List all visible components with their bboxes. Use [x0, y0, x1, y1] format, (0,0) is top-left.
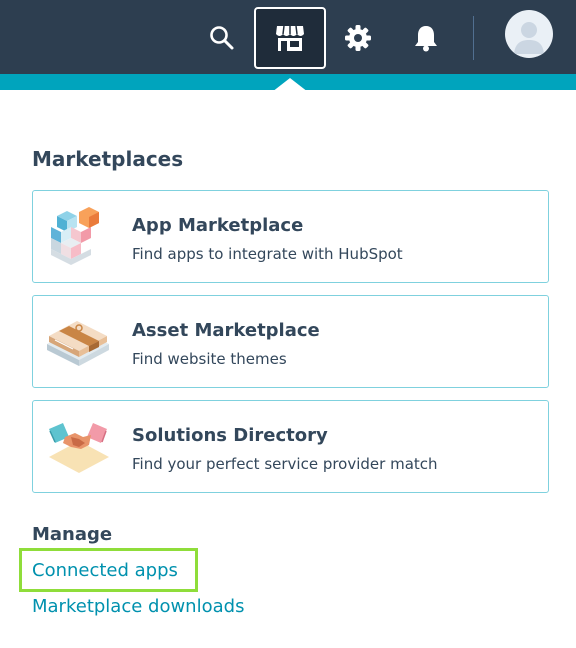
card-title: Solutions Directory: [132, 425, 328, 446]
notifications-button[interactable]: [390, 8, 462, 68]
app-marketplace-card[interactable]: App Marketplace Find apps to integrate w…: [32, 190, 549, 283]
asset-marketplace-card[interactable]: Asset Marketplace Find website themes: [32, 295, 549, 388]
asset-package-icon: [45, 310, 111, 372]
search-button[interactable]: [186, 8, 258, 68]
top-navigation-bar: [0, 0, 576, 90]
connected-apps-link[interactable]: Connected apps: [32, 560, 178, 581]
dropdown-caret: [272, 78, 308, 92]
solutions-directory-card[interactable]: Solutions Directory Find your perfect se…: [32, 400, 549, 493]
user-avatar[interactable]: [505, 10, 553, 58]
gear-icon: [345, 25, 371, 51]
marketplaces-heading: Marketplaces: [32, 147, 184, 171]
handshake-icon: [45, 415, 111, 477]
marketplace-downloads-link[interactable]: Marketplace downloads: [32, 596, 244, 617]
app-blocks-icon: [45, 205, 111, 267]
avatar-icon: [514, 22, 544, 54]
manage-heading: Manage: [32, 524, 113, 545]
card-description: Find website themes: [132, 350, 287, 368]
marketplace-icon: [276, 25, 304, 51]
bell-icon: [415, 26, 437, 52]
nav-divider: [473, 16, 474, 60]
card-title: Asset Marketplace: [132, 320, 320, 341]
search-icon: [210, 26, 234, 50]
card-title: App Marketplace: [132, 215, 304, 236]
settings-button[interactable]: [322, 8, 394, 68]
marketplace-button[interactable]: [254, 7, 326, 69]
card-description: Find your perfect service provider match: [132, 455, 438, 473]
card-description: Find apps to integrate with HubSpot: [132, 245, 403, 263]
